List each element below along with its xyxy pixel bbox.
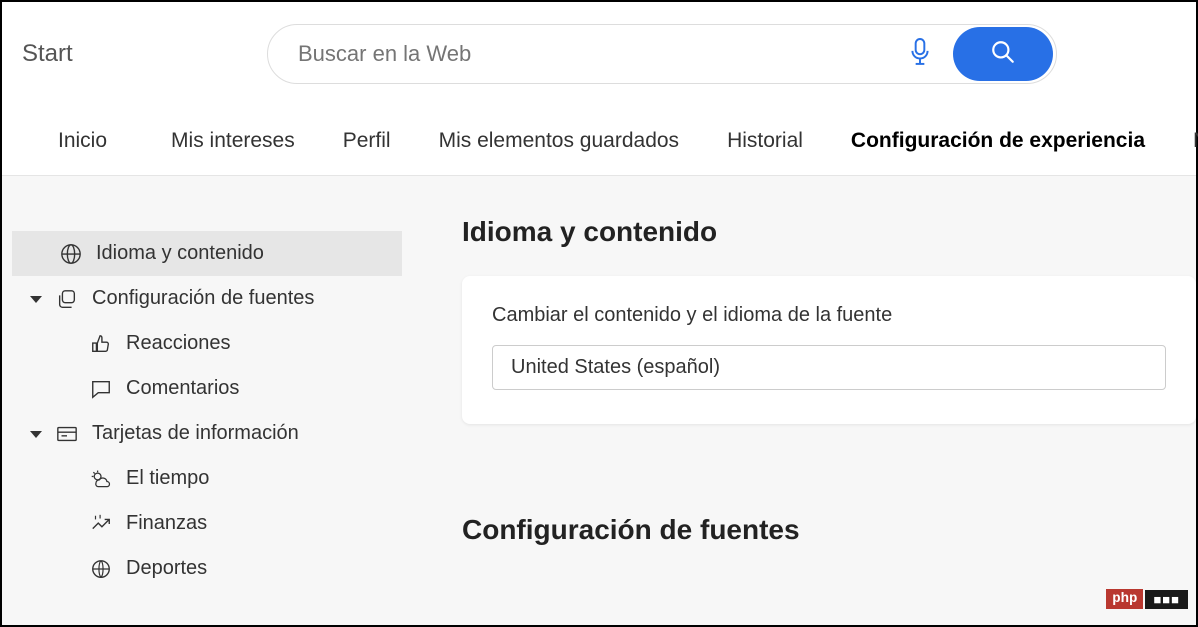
search-button[interactable] [953, 27, 1053, 81]
search-input[interactable] [268, 41, 895, 67]
chevron-down-icon[interactable] [30, 293, 42, 305]
weather-icon [90, 468, 112, 490]
watermark-cn: ■■■ [1145, 590, 1188, 609]
watermark: php ■■■ [1106, 589, 1188, 609]
sidebar-item-label: Comentarios [126, 377, 239, 400]
content: Idioma y contenido Cambiar el contenido … [412, 176, 1196, 625]
chart-icon [90, 513, 112, 535]
microphone-icon [907, 36, 933, 73]
globe-icon [60, 243, 82, 265]
thumbs-up-icon [90, 333, 112, 355]
comment-icon [90, 378, 112, 400]
nav-experience-settings[interactable]: Configuración de experiencia [827, 129, 1169, 153]
main: Idioma y contenido Configuración de fuen… [2, 176, 1196, 625]
nav-history[interactable]: Historial [703, 129, 827, 153]
card-icon [56, 423, 78, 445]
watermark-php: php [1106, 589, 1143, 609]
sidebar-item-label: Configuración de fuentes [92, 287, 314, 310]
sidebar-item-reactions[interactable]: Reacciones [12, 321, 402, 366]
sidebar-item-sources[interactable]: Configuración de fuentes [12, 276, 402, 321]
section-title-language: Idioma y contenido [462, 216, 1196, 248]
sidebar-item-label: Idioma y contenido [96, 242, 264, 265]
nav-row: Inicio Mis intereses Perfil Mis elemento… [2, 106, 1196, 176]
sidebar-item-label: El tiempo [126, 467, 209, 490]
section-title-sources: Configuración de fuentes [462, 514, 1196, 546]
copy-icon [56, 288, 78, 310]
sidebar-item-label: Tarjetas de información [92, 422, 299, 445]
sidebar-item-sports[interactable]: Deportes [12, 546, 402, 591]
nav-saved[interactable]: Mis elementos guardados [415, 129, 703, 153]
nav-home[interactable]: Inicio [34, 129, 131, 153]
nav-notifications[interactable]: Not [1169, 129, 1198, 153]
sidebar-item-label: Finanzas [126, 512, 207, 535]
sidebar-item-weather[interactable]: El tiempo [12, 456, 402, 501]
sidebar-item-finance[interactable]: Finanzas [12, 501, 402, 546]
sports-icon [90, 558, 112, 580]
sidebar-item-label: Reacciones [126, 332, 231, 355]
brand-logo: Start [22, 40, 73, 68]
card-label: Cambiar el contenido y el idioma de la f… [492, 304, 1166, 327]
chevron-down-icon[interactable] [30, 428, 42, 440]
header: Start [2, 2, 1196, 106]
nav-interests[interactable]: Mis intereses [147, 129, 319, 153]
language-select[interactable]: United States (español) [492, 345, 1166, 390]
search-icon [990, 39, 1016, 70]
language-card: Cambiar el contenido y el idioma de la f… [462, 276, 1196, 424]
nav-profile[interactable]: Perfil [319, 129, 415, 153]
sidebar-item-comments[interactable]: Comentarios [12, 366, 402, 411]
sidebar-item-language[interactable]: Idioma y contenido [12, 231, 402, 276]
sidebar: Idioma y contenido Configuración de fuen… [2, 176, 412, 625]
sidebar-item-label: Deportes [126, 557, 207, 580]
sidebar-item-info-cards[interactable]: Tarjetas de información [12, 411, 402, 456]
search-bar [267, 24, 1057, 84]
mic-button[interactable] [895, 29, 945, 79]
